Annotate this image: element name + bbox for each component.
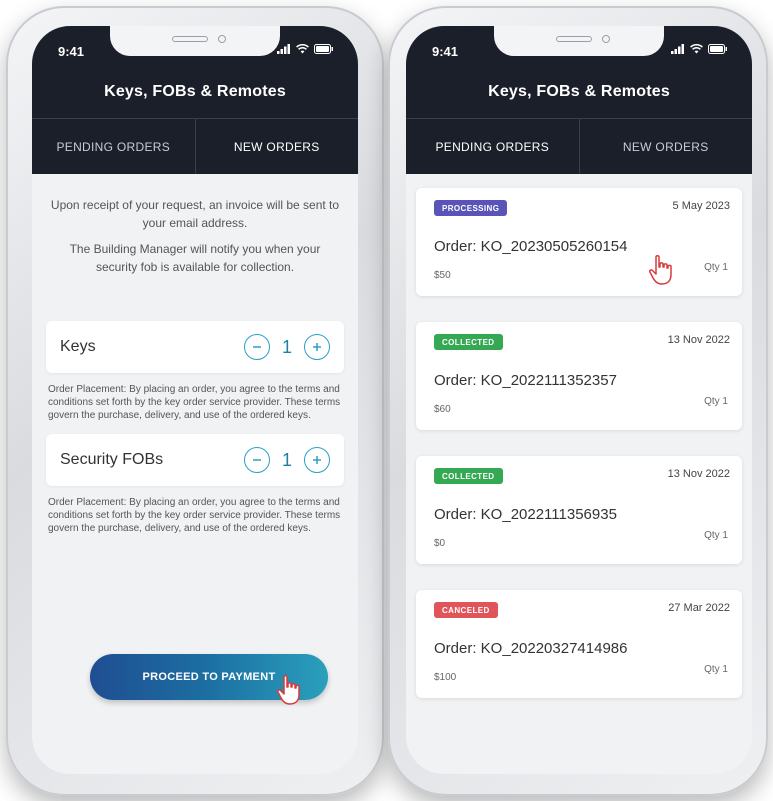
keys-increment-button[interactable] [304,334,330,360]
battery-icon [314,44,333,54]
order-id: Order: KO_20230505260154 [434,238,628,255]
order-date: 13 Nov 2022 [667,468,730,480]
plus-circle-icon [313,456,321,464]
order-quantity: Qty 1 [704,530,728,541]
fobs-quantity-row: Security FOBs 1 [46,434,344,486]
signal-icon [671,44,684,54]
order-list: PROCESSING 5 May 2023 Order: KO_20230505… [406,174,752,698]
intro-collection-text: The Building Manager will notify you whe… [69,242,321,274]
keys-quantity-value: 1 [282,336,293,357]
order-card[interactable]: COLLECTED 13 Nov 2022 Order: KO_20221113… [416,456,742,564]
intro-invoice-text: Upon receipt of your request, an invoice… [50,198,340,230]
status-icons [277,44,334,54]
phone-notch [110,26,280,56]
order-id: Order: KO_2022111352357 [434,372,617,389]
minus-circle-icon [253,346,261,348]
order-quantity: Qty 1 [704,396,728,407]
status-badge: PROCESSING [434,200,508,216]
fobs-label: Security FOBs [60,451,164,468]
order-quantity: Qty 1 [704,664,728,675]
hand-pointer-icon [649,254,672,285]
status-time: 9:41 [432,44,459,59]
order-intro: Upon receipt of your request, an invoice… [32,174,358,276]
order-tabs: PENDING ORDERS NEW ORDERS [32,118,358,174]
order-card[interactable]: CANCELED 27 Mar 2022 Order: KO_202203274… [416,590,742,698]
fobs-quantity-value: 1 [282,449,293,470]
battery-icon [708,44,727,54]
keys-quantity-stepper: 1 [244,334,330,360]
tab-pending-orders[interactable]: PENDING ORDERS [32,119,195,174]
order-card[interactable]: PROCESSING 5 May 2023 Order: KO_20230505… [416,188,742,296]
order-date: 5 May 2023 [672,200,730,212]
order-id: Order: KO_20220327414986 [434,640,628,657]
order-date: 27 Mar 2022 [668,602,730,614]
plus-circle-icon [313,343,321,351]
order-price: $100 [434,672,457,683]
status-badge: COLLECTED [434,334,503,350]
phone-screen: 9:41 Keys, FOBs & Remotes PENDING ORDERS… [406,26,752,774]
keys-label: Keys [60,338,96,355]
tab-new-orders[interactable]: NEW ORDERS [578,119,753,174]
proceed-to-payment-button[interactable]: PROCEED TO PAYMENT [90,654,328,700]
phone-new-orders: 9:41 Keys, FOBs & Remotes PENDING ORDERS… [6,6,384,796]
order-card[interactable]: COLLECTED 13 Nov 2022 Order: KO_20221113… [416,322,742,430]
order-quantity: Qty 1 [704,262,728,273]
fobs-quantity-stepper: 1 [244,447,330,473]
phone-pending-orders: 9:41 Keys, FOBs & Remotes PENDING ORDERS… [388,6,768,796]
signal-icon [277,44,290,54]
status-badge: CANCELED [434,602,498,618]
fobs-increment-button[interactable] [304,447,330,473]
app-header: 9:41 Keys, FOBs & Remotes PENDING ORDERS… [406,26,752,174]
phone-notch [494,26,664,56]
minus-circle-icon [253,459,261,461]
app-header: 9:41 Keys, FOBs & Remotes PENDING ORDERS… [32,26,358,174]
keys-decrement-button[interactable] [244,334,270,360]
wifi-icon [296,44,309,54]
wifi-icon [690,44,703,54]
status-icons [671,44,728,54]
order-price: $0 [434,538,446,549]
tab-new-orders[interactable]: NEW ORDERS [194,119,359,174]
order-date: 13 Nov 2022 [667,334,730,346]
order-tabs: PENDING ORDERS NEW ORDERS [406,118,752,174]
fobs-decrement-button[interactable] [244,447,270,473]
order-id: Order: KO_2022111356935 [434,506,617,523]
phone-screen: 9:41 Keys, FOBs & Remotes PENDING ORDERS… [32,26,358,774]
order-price: $50 [434,270,451,281]
tab-pending-orders[interactable]: PENDING ORDERS [406,119,579,174]
status-time: 9:41 [58,44,85,59]
keys-terms-text: Order Placement: By placing an order, yo… [48,384,341,421]
status-badge: COLLECTED [434,468,503,484]
fobs-terms-text: Order Placement: By placing an order, yo… [48,497,341,534]
order-price: $60 [434,404,451,415]
page-title: Keys, FOBs & Remotes [488,83,670,100]
keys-quantity-row: Keys 1 [46,321,344,373]
page-title: Keys, FOBs & Remotes [104,83,286,100]
